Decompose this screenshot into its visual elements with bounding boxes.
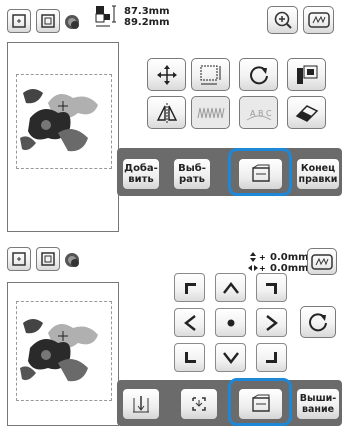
move-down-left-button[interactable] (174, 343, 205, 372)
text-array-icon: A B C (246, 109, 272, 120)
mirror-icon (156, 102, 177, 123)
hoop-icon (307, 12, 330, 28)
resize-icon (200, 65, 220, 84)
end-edit-button[interactable]: Конец правки (296, 158, 340, 190)
arrow-right-icon (265, 314, 278, 331)
hoop-icon (311, 253, 333, 270)
thread-color-icon (296, 65, 317, 84)
density-icon (197, 107, 224, 118)
thread-spool-icon (65, 15, 79, 29)
add-button[interactable]: Доба- вить (122, 158, 160, 190)
frame-small-icon (12, 252, 26, 266)
svg-text:+: + (259, 253, 266, 262)
center-dot-icon (227, 319, 234, 326)
corner-down-left-icon (184, 351, 196, 363)
pattern-preview-1 (7, 42, 119, 232)
highlight-ring-2 (228, 378, 292, 426)
text-array-button[interactable]: A B C (239, 96, 278, 129)
rotate-icon (249, 65, 268, 84)
frame-medium-icon (41, 252, 55, 266)
arrow-down-icon (222, 351, 239, 364)
size-height: 89.2mm (124, 17, 170, 28)
highlight-ring-1 (228, 148, 292, 196)
embroidery-frame-button[interactable] (303, 6, 334, 34)
corner-up-right-icon (265, 282, 277, 294)
zoom-button[interactable] (267, 6, 298, 34)
move-button[interactable] (147, 58, 186, 91)
svg-text:+: + (259, 264, 266, 273)
delete-button[interactable] (287, 96, 326, 129)
corner-up-left-icon (184, 282, 196, 294)
move-arrows-icon (156, 64, 177, 85)
embroider-button[interactable]: Выши- вание (296, 388, 340, 420)
offset-vertical: 0.0mm (270, 252, 309, 263)
trial-button[interactable] (180, 388, 218, 420)
pattern-preview-2 (7, 282, 119, 426)
move-right-button[interactable] (256, 308, 287, 337)
thread-spool-icon-2 (65, 253, 79, 267)
frame-small-icon (12, 14, 26, 28)
rotate-icon (309, 313, 327, 332)
embroidery-pattern-image-2 (20, 319, 98, 382)
move-left-button[interactable] (174, 308, 205, 337)
needle-position-icon (133, 396, 149, 413)
select-button[interactable]: Выб- рать (173, 158, 211, 190)
resize-button[interactable] (191, 58, 230, 91)
move-up-right-button[interactable] (256, 273, 287, 302)
move-down-button[interactable] (215, 343, 246, 372)
move-up-button[interactable] (215, 273, 246, 302)
frame-medium-button[interactable] (36, 9, 60, 33)
move-down-right-button[interactable] (256, 343, 287, 372)
thread-color-button[interactable] (287, 58, 326, 91)
size-width: 87.3mm (124, 6, 170, 17)
pattern-size-icon (95, 5, 116, 27)
eraser-icon (295, 104, 318, 122)
arrow-up-icon (222, 281, 239, 294)
frame-small-button-2[interactable] (7, 247, 31, 271)
move-up-left-button[interactable] (174, 273, 205, 302)
density-button[interactable] (191, 96, 230, 129)
mirror-button[interactable] (147, 96, 186, 129)
zoom-in-icon (274, 11, 292, 29)
frame-medium-button-2[interactable] (36, 247, 60, 271)
rotate-button-2[interactable] (300, 306, 336, 338)
rotate-button[interactable] (239, 58, 278, 91)
trial-frame-icon (192, 397, 206, 411)
move-center-button[interactable] (215, 308, 246, 337)
embroidery-pattern-image (20, 89, 98, 152)
arrow-left-icon (183, 314, 196, 331)
embroidery-frame-button-2[interactable] (307, 248, 337, 275)
frame-small-button[interactable] (7, 9, 31, 33)
needle-position-button[interactable] (122, 388, 160, 420)
frame-medium-icon (41, 14, 55, 28)
corner-down-right-icon (265, 351, 277, 363)
